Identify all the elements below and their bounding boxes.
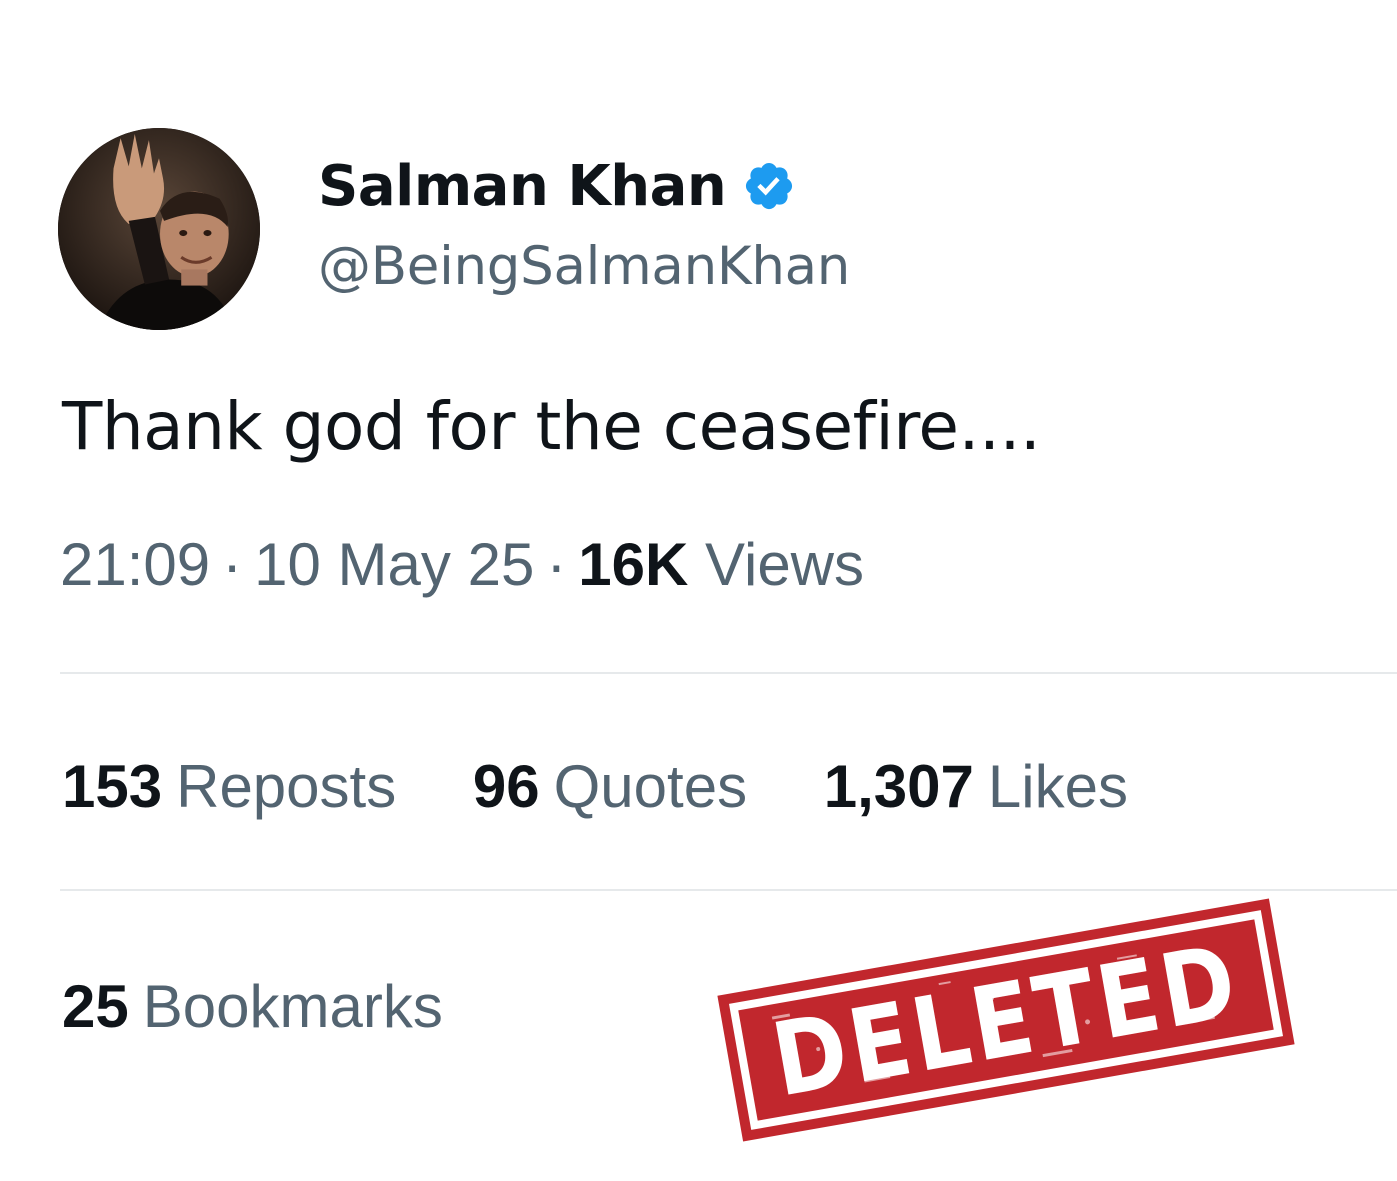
reposts-stat[interactable]: 153 Reposts: [62, 752, 396, 821]
divider: [60, 889, 1397, 891]
deleted-stamp: DELETED: [717, 898, 1295, 1142]
tweet-date[interactable]: 10 May 25: [254, 531, 534, 598]
views-count: 16K: [578, 531, 689, 598]
bookmarks-count: 25: [62, 973, 129, 1040]
author-name-row: Salman Khan: [318, 150, 796, 222]
quotes-stat[interactable]: 96 Quotes: [473, 752, 747, 821]
stamp-fill: DELETED: [738, 919, 1274, 1121]
views-label: Views: [705, 531, 865, 598]
profile-photo: [58, 128, 260, 330]
quotes-count: 96: [472, 753, 540, 820]
author-display-name[interactable]: Salman Khan: [318, 154, 727, 219]
verified-badge-icon: [742, 159, 796, 213]
likes-count: 1,307: [823, 753, 974, 820]
tweet-time[interactable]: 21:09: [60, 531, 210, 598]
reposts-count: 153: [62, 753, 163, 820]
bookmarks-stat[interactable]: 25 Bookmarks: [62, 972, 443, 1041]
tweet-text: Thank god for the ceasefire....: [62, 388, 1041, 465]
bookmarks-label: Bookmarks: [142, 973, 443, 1040]
likes-label: Likes: [987, 753, 1128, 820]
likes-stat[interactable]: 1,307 Likes: [824, 752, 1128, 821]
quotes-label: Quotes: [553, 753, 748, 820]
avatar[interactable]: [58, 128, 260, 330]
divider: [60, 672, 1397, 674]
reposts-label: Reposts: [176, 753, 397, 820]
tweet-screenshot: Salman Khan @BeingSalmanKhan Thank god f…: [0, 0, 1397, 1181]
author-handle[interactable]: @BeingSalmanKhan: [318, 236, 850, 297]
tweet-meta: 21:09 · 10 May 25 · 16K Views: [60, 530, 864, 599]
engagement-stats: 153 Reposts 96 Quotes 1,307 Likes: [62, 752, 1188, 821]
meta-separator: ·: [546, 531, 567, 598]
stamp-text: DELETED: [764, 920, 1248, 1120]
meta-separator: ·: [222, 531, 243, 598]
